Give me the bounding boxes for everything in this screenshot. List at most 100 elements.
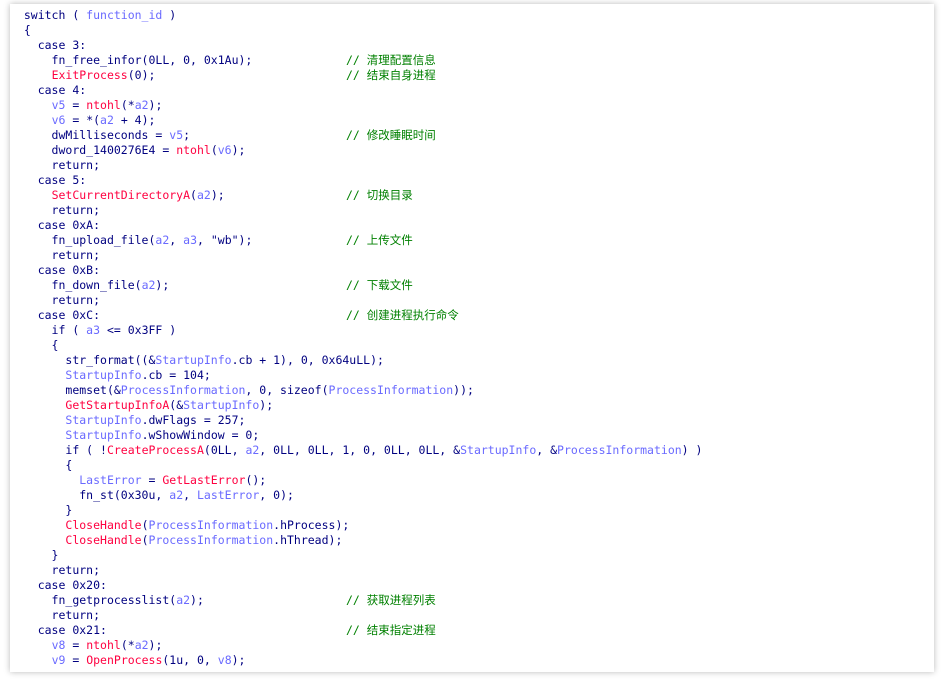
variable-token: StartupInfo bbox=[65, 413, 142, 427]
code-token: if ( bbox=[23, 323, 87, 337]
code-line[interactable]: if ( !CreateProcessA(0LL, a2, 0LL, 0LL, … bbox=[10, 443, 702, 458]
code-line[interactable]: v5 = ntohl(*a2); bbox=[10, 98, 702, 113]
code-comment: // 结束自身进程 bbox=[346, 68, 436, 82]
variable-token: v5 bbox=[51, 98, 66, 112]
code-line[interactable]: return; bbox=[10, 608, 702, 623]
code-line[interactable]: return; bbox=[10, 158, 702, 173]
variable-token: a2 bbox=[196, 188, 211, 202]
variable-token: StartupInfo bbox=[65, 368, 142, 382]
code-token: case 0x21: bbox=[23, 623, 107, 637]
code-token: return; bbox=[23, 293, 101, 307]
code-line[interactable]: case 3: bbox=[10, 38, 702, 53]
code-line[interactable]: { bbox=[10, 23, 702, 38]
variable-token: ProcessInformation bbox=[148, 518, 274, 532]
code-token: return; bbox=[23, 158, 101, 172]
variable-token: a2 bbox=[134, 638, 149, 652]
variable-token: function_id bbox=[86, 8, 163, 22]
code-line[interactable]: StartupInfo.wShowWindow = 0; bbox=[10, 428, 702, 443]
code-token: ; bbox=[183, 128, 191, 142]
code-line[interactable]: case 4: bbox=[10, 83, 702, 98]
code-token: ); bbox=[231, 653, 246, 667]
variable-token: StartupInfo bbox=[155, 353, 232, 367]
code-token: ); bbox=[210, 188, 225, 202]
api-call-token: SetCurrentDirectoryA bbox=[51, 188, 191, 202]
code-line[interactable]: CloseHandle(ProcessInformation.hProcess)… bbox=[10, 518, 702, 533]
code-line[interactable]: GetStartupInfoA(&StartupInfo); bbox=[10, 398, 702, 413]
code-line[interactable]: dword_1400276E4 = ntohl(v6); bbox=[10, 143, 702, 158]
code-line[interactable]: switch ( function_id ) bbox=[10, 8, 702, 23]
code-token: ); bbox=[259, 398, 274, 412]
code-token: dword_1400276E4 = bbox=[23, 143, 177, 157]
code-line[interactable]: return; bbox=[10, 293, 702, 308]
variable-token: ProcessInformation bbox=[148, 533, 274, 547]
code-token: ( bbox=[190, 188, 197, 202]
code-token: .dwFlags = 257; bbox=[141, 413, 246, 427]
code-token: = bbox=[65, 638, 87, 652]
code-line[interactable]: v9 = OpenProcess(1u, 0, v8); bbox=[10, 653, 702, 668]
code-token: fn_st(0x30u, bbox=[23, 488, 170, 502]
code-token: fn_upload_file( bbox=[23, 233, 156, 247]
code-line[interactable]: case 5: bbox=[10, 173, 702, 188]
code-token: )); bbox=[453, 383, 474, 397]
code-token: memset(& bbox=[23, 383, 121, 397]
code-line[interactable]: v8 = ntohl(*a2); bbox=[10, 638, 702, 653]
code-line[interactable]: v6 = *(a2 + 4); bbox=[10, 113, 702, 128]
code-token: , & bbox=[536, 443, 558, 457]
code-line[interactable]: fn_free_infor(0LL, 0, 0x1Au); // 清理配置信息 bbox=[10, 53, 702, 68]
code-line[interactable]: SetCurrentDirectoryA(a2); // 切换目录 bbox=[10, 188, 702, 203]
code-token: (* bbox=[120, 98, 135, 112]
variable-token: ProcessInformation bbox=[557, 443, 682, 457]
code-token: { bbox=[23, 338, 59, 352]
code-line[interactable]: { bbox=[10, 458, 702, 473]
variable-token: StartupInfo bbox=[183, 398, 260, 412]
code-line[interactable]: fn_upload_file(a2, a3, "wb"); // 上传文件 bbox=[10, 233, 702, 248]
code-line[interactable]: dwMilliseconds = v5; // 修改睡眠时间 bbox=[10, 128, 702, 143]
code-line[interactable]: fn_down_file(a2); // 下载文件 bbox=[10, 278, 702, 293]
code-line[interactable]: CloseHandle(ProcessInformation.hThread); bbox=[10, 533, 702, 548]
code-token: , 0LL, 0LL, 1, 0, 0LL, 0LL, & bbox=[259, 443, 461, 457]
variable-token: v9 bbox=[51, 653, 66, 667]
code-token: switch ( bbox=[23, 8, 87, 22]
code-line[interactable]: fn_st(0x30u, a2, LastError, 0); bbox=[10, 488, 702, 503]
api-call-token: GetLastError bbox=[162, 473, 246, 487]
api-call-token: ntohl bbox=[176, 143, 211, 157]
code-line[interactable]: return; bbox=[10, 203, 702, 218]
code-line[interactable]: } bbox=[10, 548, 702, 563]
code-line[interactable]: return; bbox=[10, 248, 702, 263]
code-line[interactable]: if ( a3 <= 0x3FF ) bbox=[10, 323, 702, 338]
code-line[interactable]: LastError = GetLastError(); bbox=[10, 473, 702, 488]
code-line[interactable]: { bbox=[10, 338, 702, 353]
api-call-token: CloseHandle bbox=[65, 518, 142, 532]
code-line[interactable]: case 0xC: // 创建进程执行命令 bbox=[10, 308, 702, 323]
code-token: (); bbox=[245, 473, 267, 487]
code-line[interactable]: memset(&ProcessInformation, 0, sizeof(Pr… bbox=[10, 383, 702, 398]
api-call-token: ntohl bbox=[86, 638, 121, 652]
code-token: } bbox=[23, 503, 73, 517]
code-line[interactable]: case 0x20: bbox=[10, 578, 702, 593]
code-comment: // 结束指定进程 bbox=[346, 623, 436, 637]
code-token: = bbox=[141, 473, 163, 487]
code-line[interactable]: StartupInfo.cb = 104; bbox=[10, 368, 702, 383]
variable-token: LastError bbox=[79, 473, 142, 487]
code-line[interactable]: str_format((&StartupInfo.cb + 1), 0, 0x6… bbox=[10, 353, 702, 368]
code-comment: // 清理配置信息 bbox=[346, 53, 436, 67]
pseudocode-listing[interactable]: switch ( function_id ) { case 3: fn_free… bbox=[10, 8, 703, 668]
code-line[interactable]: case 0xB: bbox=[10, 263, 702, 278]
code-token: ) ) bbox=[681, 443, 703, 457]
code-token: ( bbox=[141, 533, 149, 547]
code-line[interactable]: return; bbox=[10, 563, 702, 578]
api-call-token: ExitProcess bbox=[51, 68, 128, 82]
variable-token: a2 bbox=[134, 98, 149, 112]
code-token: case 4: bbox=[23, 83, 87, 97]
code-line[interactable]: } bbox=[10, 503, 702, 518]
code-line[interactable]: case 0xA: bbox=[10, 218, 702, 233]
variable-token: ProcessInformation bbox=[120, 383, 246, 397]
code-line[interactable]: StartupInfo.dwFlags = 257; bbox=[10, 413, 702, 428]
code-line[interactable]: ExitProcess(0); // 结束自身进程 bbox=[10, 68, 702, 83]
code-token: .cb + 1), 0, 0x64uLL); bbox=[231, 353, 384, 367]
code-line[interactable]: fn_getprocesslist(a2); // 获取进程列表 bbox=[10, 593, 702, 608]
code-line[interactable]: case 0x21: // 结束指定进程 bbox=[10, 623, 702, 638]
